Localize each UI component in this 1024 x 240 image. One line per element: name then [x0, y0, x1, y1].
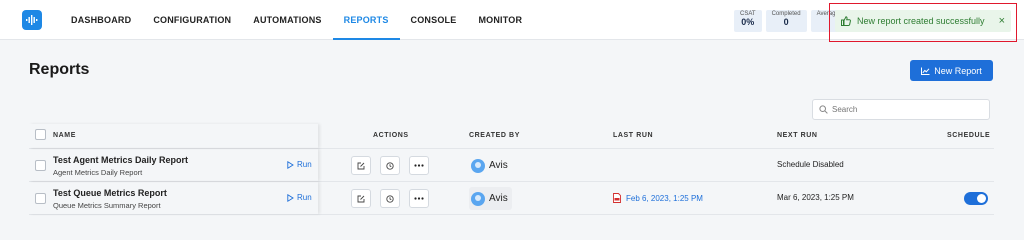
more-horizontal-icon: [414, 164, 424, 167]
app-logo[interactable]: [22, 10, 42, 30]
thumbs-up-icon: [841, 16, 851, 26]
search-icon: [819, 105, 828, 114]
select-all-checkbox[interactable]: [35, 129, 46, 140]
nav-configuration[interactable]: CONFIGURATION: [142, 0, 242, 40]
schedule-toggle[interactable]: [964, 192, 988, 205]
avatar: [471, 158, 485, 173]
more-horizontal-icon: [414, 197, 424, 200]
header-schedule: SCHEDULE: [947, 132, 991, 139]
last-run-link[interactable]: Feb 6, 2023, 1:25 PM: [613, 193, 703, 203]
search-input[interactable]: [832, 105, 982, 114]
header-name[interactable]: NAME: [53, 132, 76, 139]
report-name[interactable]: Test Agent Metrics Daily Report: [53, 155, 188, 165]
header-actions: ACTIONS: [373, 132, 409, 139]
nav-dashboard[interactable]: DASHBOARD: [60, 0, 142, 40]
report-type: Agent Metrics Daily Report: [53, 168, 143, 177]
toggle-knob: [977, 194, 986, 203]
edit-button[interactable]: [351, 189, 371, 208]
stat-completed: Completed 0: [765, 10, 807, 32]
next-run-value: Schedule Disabled: [777, 160, 844, 169]
run-button[interactable]: Run: [287, 193, 312, 202]
created-by-user[interactable]: Avis: [469, 187, 512, 210]
creator-name: Avis: [489, 160, 508, 171]
stat-value: 0%: [741, 17, 755, 27]
edit-button[interactable]: [351, 156, 371, 175]
history-icon: [386, 161, 394, 170]
history-button[interactable]: [380, 156, 400, 175]
waveform-icon: [26, 15, 38, 25]
stat-csat: CSAT 0%: [734, 10, 762, 32]
close-icon[interactable]: ×: [999, 15, 1005, 27]
avatar: [471, 191, 485, 206]
more-options-button[interactable]: [409, 156, 429, 175]
table-row: Test Queue Metrics Report Queue Metrics …: [29, 182, 994, 215]
more-options-button[interactable]: [409, 189, 429, 208]
nav-reports[interactable]: REPORTS: [332, 0, 400, 40]
play-icon: [287, 193, 294, 202]
report-name[interactable]: Test Queue Metrics Report: [53, 188, 167, 198]
new-report-button[interactable]: New Report: [910, 60, 993, 81]
edit-icon: [357, 195, 365, 202]
stats-bar: CSAT 0% Completed 0 Averag: [734, 10, 842, 32]
header-last-run[interactable]: LAST RUN: [613, 132, 653, 139]
chart-line-icon: [921, 67, 930, 75]
pdf-file-icon: [613, 193, 621, 203]
success-toast: New report created successfully ×: [835, 10, 1011, 32]
new-report-label: New Report: [934, 65, 982, 76]
nav-monitor[interactable]: MONITOR: [467, 0, 533, 40]
run-label: Run: [297, 160, 312, 169]
play-icon: [287, 160, 294, 169]
creator-name: Avis: [489, 193, 508, 204]
row-checkbox[interactable]: [35, 160, 46, 171]
history-icon: [386, 194, 394, 203]
reports-table: NAME ACTIONS CREATED BY LAST RUN NEXT RU…: [29, 124, 994, 215]
last-run-value: Feb 6, 2023, 1:25 PM: [626, 193, 703, 203]
page-title: Reports: [29, 61, 90, 78]
table-row: Test Agent Metrics Daily Report Agent Me…: [29, 149, 994, 182]
nav-console[interactable]: CONSOLE: [400, 0, 468, 40]
row-checkbox[interactable]: [35, 193, 46, 204]
main-nav: DASHBOARD CONFIGURATION AUTOMATIONS REPO…: [60, 0, 533, 40]
search-box[interactable]: [812, 99, 990, 120]
created-by-user[interactable]: Avis: [469, 154, 512, 177]
report-type: Queue Metrics Summary Report: [53, 201, 161, 210]
edit-icon: [357, 162, 365, 169]
toast-message: New report created successfully: [857, 16, 985, 26]
run-button[interactable]: Run: [287, 160, 312, 169]
stat-value: 0: [783, 17, 789, 27]
run-label: Run: [297, 193, 312, 202]
next-run-value: Mar 6, 2023, 1:25 PM: [777, 193, 854, 202]
nav-automations[interactable]: AUTOMATIONS: [242, 0, 332, 40]
table-header: NAME ACTIONS CREATED BY LAST RUN NEXT RU…: [29, 124, 994, 149]
header-next-run[interactable]: NEXT RUN: [777, 132, 818, 139]
history-button[interactable]: [380, 189, 400, 208]
header-created-by[interactable]: CREATED BY: [469, 132, 520, 139]
